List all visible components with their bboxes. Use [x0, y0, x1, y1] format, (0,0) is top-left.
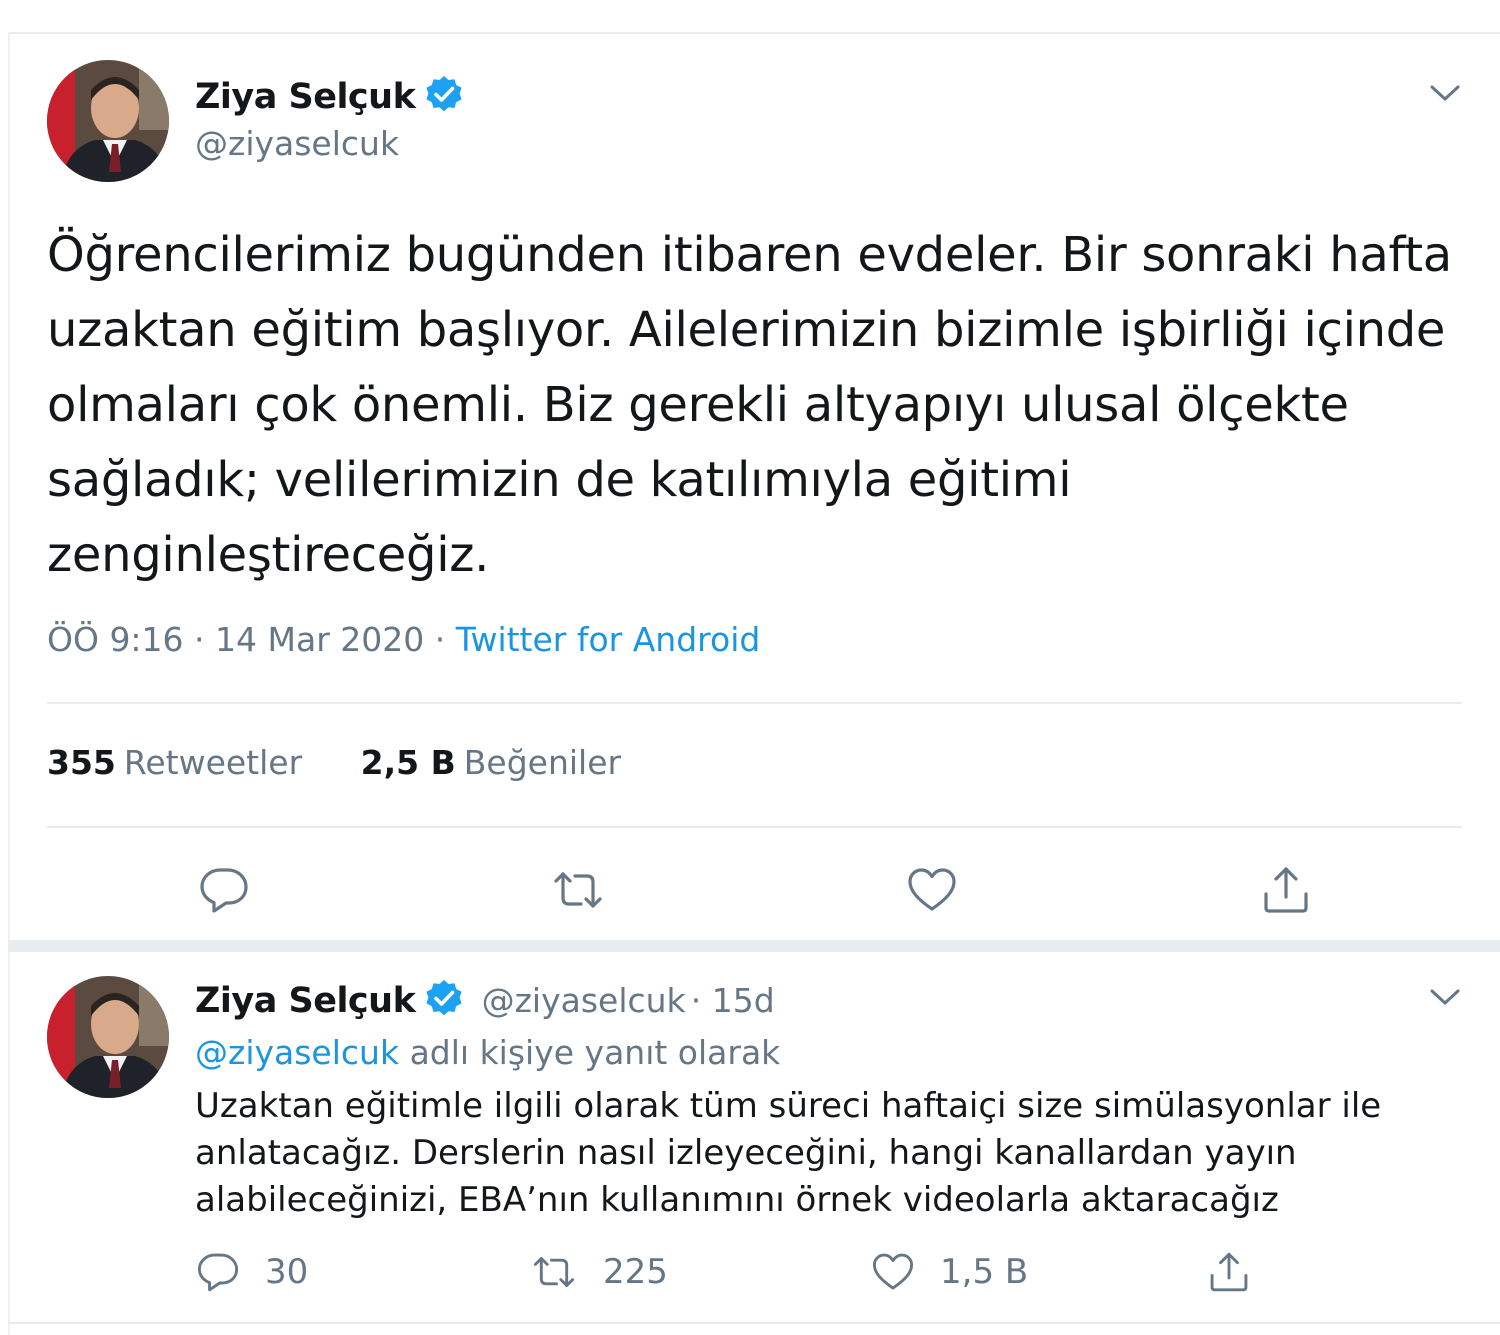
- tweet-date[interactable]: 14 Mar 2020: [215, 620, 424, 659]
- avatar[interactable]: [47, 976, 169, 1098]
- like-label: Beğeniler: [463, 743, 622, 782]
- retweet-count[interactable]: 225: [603, 1252, 668, 1292]
- reply-count[interactable]: 30: [265, 1252, 308, 1292]
- divider: [47, 702, 1462, 704]
- tweet-text: Uzaktan eğitimle ilgili olarak tüm sürec…: [195, 1086, 1382, 1220]
- chevron-down-icon[interactable]: [1428, 82, 1462, 104]
- tweet-meta: ÖÖ 9:16 · 14 Mar 2020 · Twitter for Andr…: [47, 620, 760, 659]
- like-count: 2,5 B: [360, 743, 456, 782]
- reply-icon[interactable]: [196, 1250, 240, 1294]
- reply-icon[interactable]: [198, 864, 250, 916]
- author-name[interactable]: Ziya Selçuk: [195, 77, 416, 117]
- tweet-text: Öğrencilerimiz bugünden itibaren evdeler…: [47, 227, 1452, 583]
- likes-stat[interactable]: 2,5 B Beğeniler: [361, 743, 621, 782]
- tweet-separator: [8, 940, 1500, 952]
- frame-bottom-border: [8, 1322, 1500, 1324]
- share-icon[interactable]: [1207, 1250, 1251, 1294]
- verified-badge-icon: [424, 978, 464, 1018]
- reply-context: @ziyaselcuk adlı kişiye yanıt olarak: [195, 1033, 780, 1072]
- chevron-down-icon[interactable]: [1428, 986, 1462, 1008]
- tweet-source-link[interactable]: Twitter for Android: [456, 620, 761, 659]
- retweet-icon[interactable]: [552, 864, 604, 916]
- author-handle[interactable]: @ziyaselcuk: [482, 981, 686, 1020]
- avatar[interactable]: [47, 60, 169, 182]
- frame-top-border: [8, 32, 1500, 34]
- tweet-age[interactable]: · 15d: [691, 981, 775, 1020]
- share-icon[interactable]: [1260, 864, 1312, 916]
- tweet-stats: 355 Retweetler 2,5 B Beğeniler: [47, 743, 621, 782]
- reply-to-handle-link[interactable]: @ziyaselcuk: [195, 1033, 399, 1072]
- heart-icon[interactable]: [906, 864, 958, 916]
- divider: [47, 826, 1462, 828]
- tweet-time[interactable]: ÖÖ 9:16: [47, 620, 184, 659]
- heart-icon[interactable]: [871, 1250, 915, 1294]
- author-handle[interactable]: @ziyaselcuk: [195, 124, 399, 163]
- frame-left-border: [8, 32, 10, 1335]
- reply-to-suffix: adlı kişiye yanıt olarak: [409, 1033, 781, 1072]
- like-count[interactable]: 1,5 B: [940, 1252, 1028, 1292]
- retweets-stat[interactable]: 355 Retweetler: [47, 743, 302, 782]
- retweet-count: 355: [47, 743, 116, 782]
- meta-separator: ·: [434, 620, 446, 659]
- verified-badge-icon: [424, 74, 464, 114]
- meta-separator: ·: [194, 620, 205, 659]
- retweet-label: Retweetler: [123, 743, 303, 782]
- author-name[interactable]: Ziya Selçuk: [195, 981, 416, 1021]
- retweet-icon[interactable]: [532, 1250, 576, 1294]
